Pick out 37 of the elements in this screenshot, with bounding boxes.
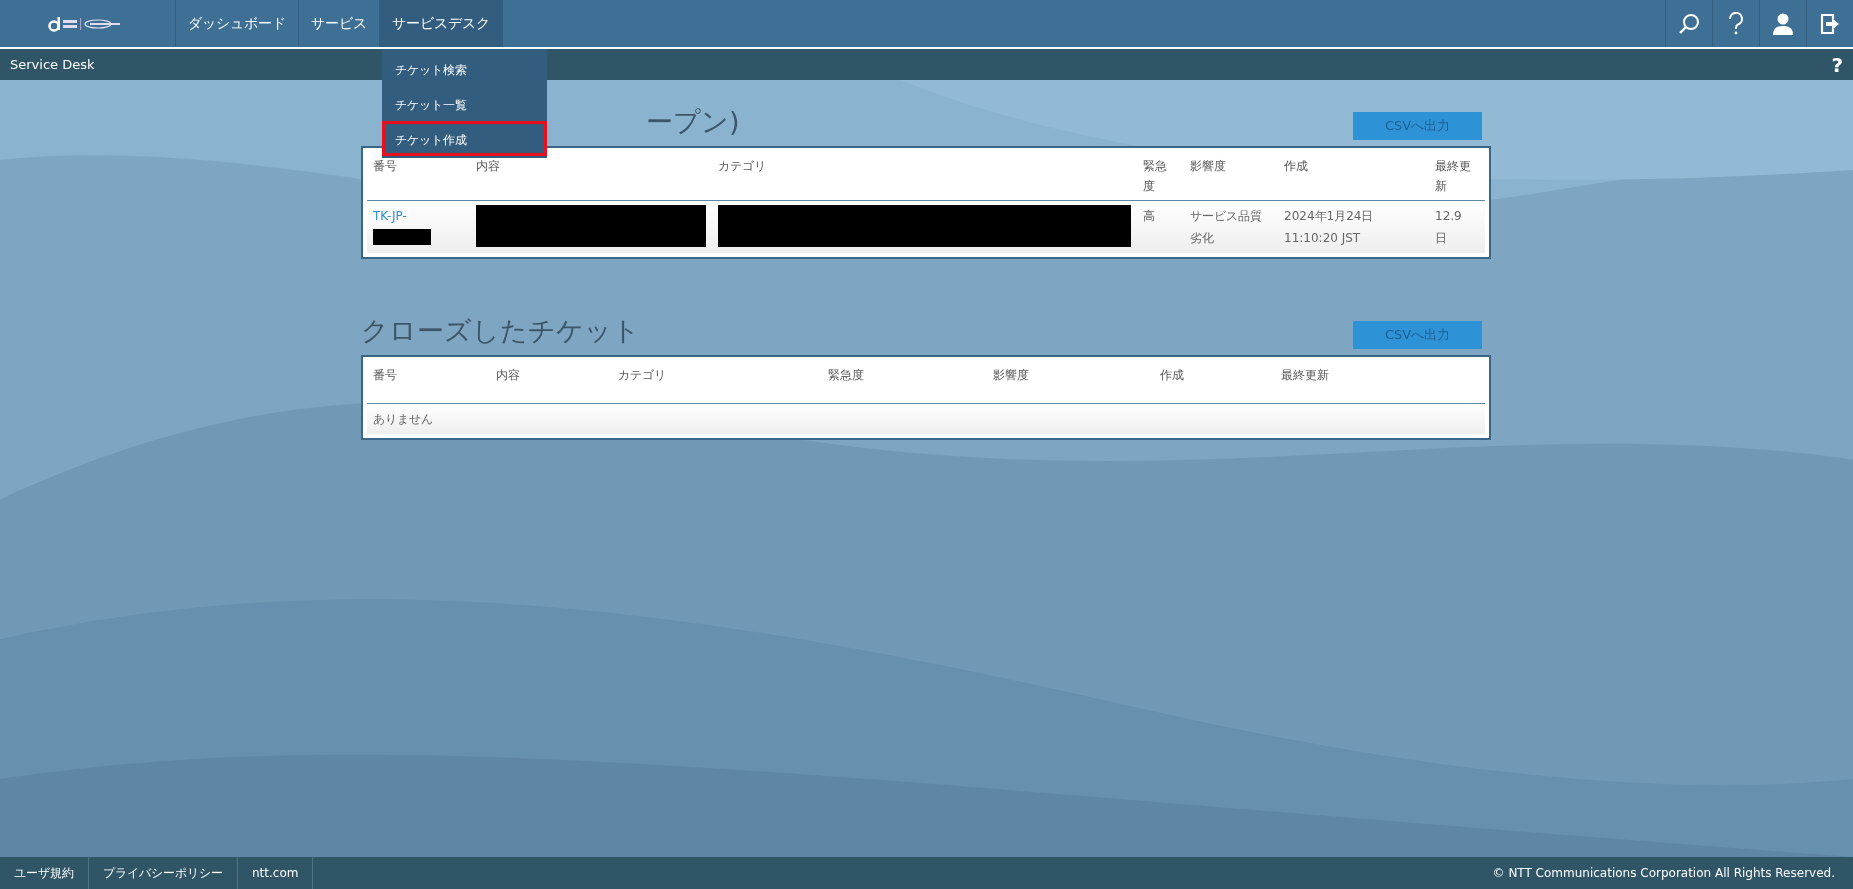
column-header: 作成 bbox=[1284, 158, 1309, 175]
table-cell-text: 高 bbox=[1143, 208, 1156, 225]
search-icon[interactable] bbox=[1677, 11, 1701, 36]
column-header: 最終更新 bbox=[1281, 367, 1330, 384]
page-title: Service Desk bbox=[10, 57, 95, 72]
column-header: 緊急度 bbox=[828, 367, 865, 384]
ticket-link[interactable]: TK-JP- bbox=[373, 205, 407, 227]
column-header: 緊急度 bbox=[1143, 158, 1168, 195]
menu-item[interactable]: チケット検索 bbox=[382, 51, 547, 86]
menu-item[interactable]: チケット一覧 bbox=[382, 86, 547, 121]
footer-link[interactable]: ユーザ規約 bbox=[0, 857, 89, 889]
column-header: 影響度 bbox=[993, 367, 1030, 384]
footer-link[interactable]: ntt.com bbox=[238, 857, 314, 889]
section-title: ープン) bbox=[646, 105, 740, 139]
copyright-text: © NTT Communications Corporation All Rights Reserved. bbox=[1492, 866, 1835, 880]
column-header: 作成 bbox=[1160, 367, 1185, 384]
column-header: 影響度 bbox=[1190, 158, 1227, 175]
help-icon[interactable] bbox=[1728, 11, 1744, 36]
table-cell-text: サービス品質劣化 bbox=[1190, 208, 1263, 247]
column-header: 内容 bbox=[476, 158, 501, 175]
column-header: 番号 bbox=[373, 367, 398, 384]
table-cell-text: 12.9 日 bbox=[1435, 208, 1463, 247]
user-icon[interactable] bbox=[1773, 12, 1793, 35]
empty-message: ありません bbox=[373, 412, 433, 426]
table-cell-text: 2024年1月24日 11:10:20 JST bbox=[1284, 208, 1375, 247]
section-title: クローズしたチケット bbox=[361, 314, 640, 348]
logout-icon[interactable] bbox=[1820, 12, 1840, 35]
column-header: 番号 bbox=[373, 158, 398, 175]
column-header: 内容 bbox=[496, 367, 521, 384]
nav-tab[interactable]: サービスデスク bbox=[380, 0, 503, 47]
footer-link[interactable]: プライバシーポリシー bbox=[89, 857, 238, 889]
help-button[interactable]: ? bbox=[1831, 52, 1843, 77]
column-header: カテゴリ bbox=[618, 367, 667, 384]
column-header: 最終更新 bbox=[1435, 158, 1472, 195]
column-header: カテゴリ bbox=[718, 158, 767, 175]
menu-item[interactable]: チケット作成 bbox=[382, 121, 547, 156]
nav-tab[interactable]: ダッシュボード bbox=[176, 0, 299, 47]
